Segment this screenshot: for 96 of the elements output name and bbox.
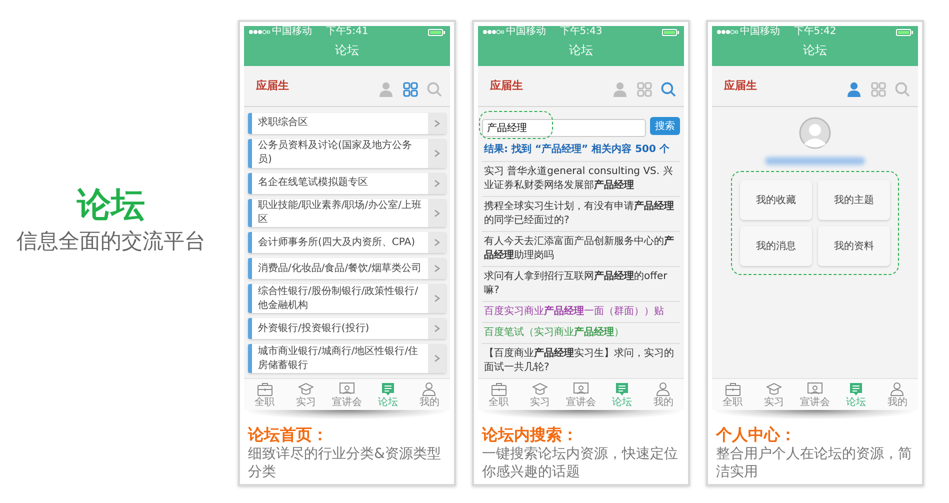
search-button[interactable]: 搜索 xyxy=(650,117,680,136)
carrier-name: 中国移动 xyxy=(506,26,546,38)
result-item[interactable]: 有人今天去汇添富面产品创新服务中心的产品经理助理岗吗 xyxy=(482,232,680,267)
chevron-icon xyxy=(428,198,446,228)
view-tab[interactable] xyxy=(426,82,442,98)
view-tab[interactable] xyxy=(846,82,862,98)
category-item[interactable]: 城市商业银行/城商行/地区性银行/住房储蓄银行 xyxy=(248,344,446,374)
view-tab[interactable] xyxy=(612,82,628,98)
view-tab[interactable] xyxy=(870,82,886,98)
chevron-icon xyxy=(428,138,446,168)
signal-icon xyxy=(482,29,504,35)
battery-icon xyxy=(662,28,680,36)
category-item[interactable]: 消费品/化妆品/食品/餐饮/烟草类公司 xyxy=(248,258,446,280)
chat-document-icon xyxy=(380,382,396,396)
category-item[interactable]: 职业技能/职业素养/职场/办公室/上班区 xyxy=(248,198,446,228)
briefcase-icon xyxy=(490,382,507,396)
caption-title: 论坛首页： xyxy=(248,425,329,445)
tab-bar-item[interactable]: 实习 xyxy=(285,379,326,410)
chevron-icon xyxy=(428,318,446,340)
chat-document-icon xyxy=(614,382,630,396)
category-item[interactable]: 名企在线笔试模拟题专区 xyxy=(248,172,446,194)
person-outline-icon xyxy=(655,382,672,396)
battery-icon xyxy=(428,28,446,36)
graduation-cap-icon xyxy=(766,382,782,396)
tab-bar-item[interactable]: 实习 xyxy=(753,379,794,410)
search-field[interactable]: 产品经理 xyxy=(482,118,646,137)
result-item[interactable]: 百度实习商业产品经理一面（群面））贴 xyxy=(482,302,680,323)
grid-icon xyxy=(870,82,886,98)
tab-bar-item[interactable]: 实习 xyxy=(519,379,560,410)
category-item[interactable]: 求职综合区 xyxy=(248,112,446,134)
category-item[interactable]: 公务员资料及讨论(国家及地方公务员) xyxy=(248,138,446,168)
avatar xyxy=(799,116,831,149)
chevron-icon xyxy=(428,172,446,194)
carrier-name: 中国移动 xyxy=(740,26,780,38)
person-icon xyxy=(847,82,861,98)
menu-button[interactable]: 我的收藏 xyxy=(740,180,812,220)
battery-icon xyxy=(896,28,914,36)
logo: 应届生 xyxy=(490,78,523,93)
category-item[interactable]: 外资银行/投资银行(投行) xyxy=(248,318,446,340)
tab-bar-item[interactable]: 全职 xyxy=(478,379,520,410)
view-tab[interactable] xyxy=(660,82,676,98)
logo: 应届生 xyxy=(724,78,757,93)
briefcase-icon xyxy=(256,382,273,396)
carrier-name: 中国移动 xyxy=(272,26,312,38)
screen-title: 论坛 xyxy=(244,38,450,66)
intro-subtitle: 信息全面的交流平台 xyxy=(16,228,206,255)
presentation-board-icon xyxy=(339,382,355,396)
menu-button[interactable]: 我的主题 xyxy=(818,180,890,220)
presentation-board-icon xyxy=(573,382,589,396)
status-time: 下午5:41 xyxy=(326,26,368,38)
grid-icon xyxy=(402,82,418,98)
result-item[interactable]: 求问有人拿到招行互联网产品经理的offer嘛? xyxy=(482,266,680,302)
result-item[interactable]: 携程全球实习生计划，有没有申请产品经理的同学已经面过的? xyxy=(482,196,680,232)
person-outline-icon xyxy=(421,382,438,396)
menu-button[interactable]: 我的资料 xyxy=(818,226,890,266)
person-icon xyxy=(379,82,393,98)
screen-title: 论坛 xyxy=(478,38,684,66)
category-item[interactable]: 综合性银行/股份制银行/政策性银行/他金融机构 xyxy=(248,284,446,314)
briefcase-icon xyxy=(724,382,741,396)
tab-bar-item[interactable]: 全职 xyxy=(244,379,286,410)
search-icon xyxy=(426,82,442,98)
grid-icon xyxy=(636,82,652,98)
chevron-icon xyxy=(428,258,446,280)
logo: 应届生 xyxy=(256,78,289,93)
presentation-board-icon xyxy=(807,382,823,396)
caption-title: 个人中心： xyxy=(716,425,797,445)
tab-bar-item[interactable]: 全职 xyxy=(712,379,754,410)
chevron-icon xyxy=(428,232,446,254)
caption-text: 整合用户个人在论坛的资源，简洁实用 xyxy=(716,445,913,481)
result-summary: 结果: 找到 “产品经理” 相关内容 500 个 xyxy=(482,140,680,162)
view-tab[interactable] xyxy=(378,82,394,98)
caption-text: 细致详尽的行业分类&资源类型分类 xyxy=(248,445,442,481)
caption-title: 论坛内搜索： xyxy=(482,425,579,445)
view-tab[interactable] xyxy=(894,82,910,98)
menu-button[interactable]: 我的消息 xyxy=(740,226,812,266)
screen-title: 论坛 xyxy=(712,38,918,66)
caption-text: 一键搜索论坛内资源，快速定位你感兴趣的话题 xyxy=(482,445,679,481)
person-icon xyxy=(613,82,627,98)
chevron-icon xyxy=(428,112,446,134)
view-tab[interactable] xyxy=(402,82,418,98)
view-tab[interactable] xyxy=(636,82,652,98)
chevron-icon xyxy=(428,284,446,314)
search-icon xyxy=(894,82,910,98)
intro-title: 论坛 xyxy=(77,185,145,225)
graduation-cap-icon xyxy=(532,382,548,396)
category-item[interactable]: 会计师事务所(四大及内资所、CPA) xyxy=(248,232,446,254)
signal-icon xyxy=(248,29,270,35)
chat-document-icon xyxy=(848,382,864,396)
status-time: 下午5:43 xyxy=(560,26,602,38)
chevron-icon xyxy=(428,344,446,374)
person-outline-icon xyxy=(889,382,906,396)
search-icon xyxy=(660,82,676,98)
graduation-cap-icon xyxy=(298,382,314,396)
result-item[interactable]: 实习 普华永道general consulting VS. 兴业证券私财委网络发展部产品经理 xyxy=(482,162,680,197)
signal-icon xyxy=(716,29,738,35)
status-time: 下午5:42 xyxy=(794,26,836,38)
